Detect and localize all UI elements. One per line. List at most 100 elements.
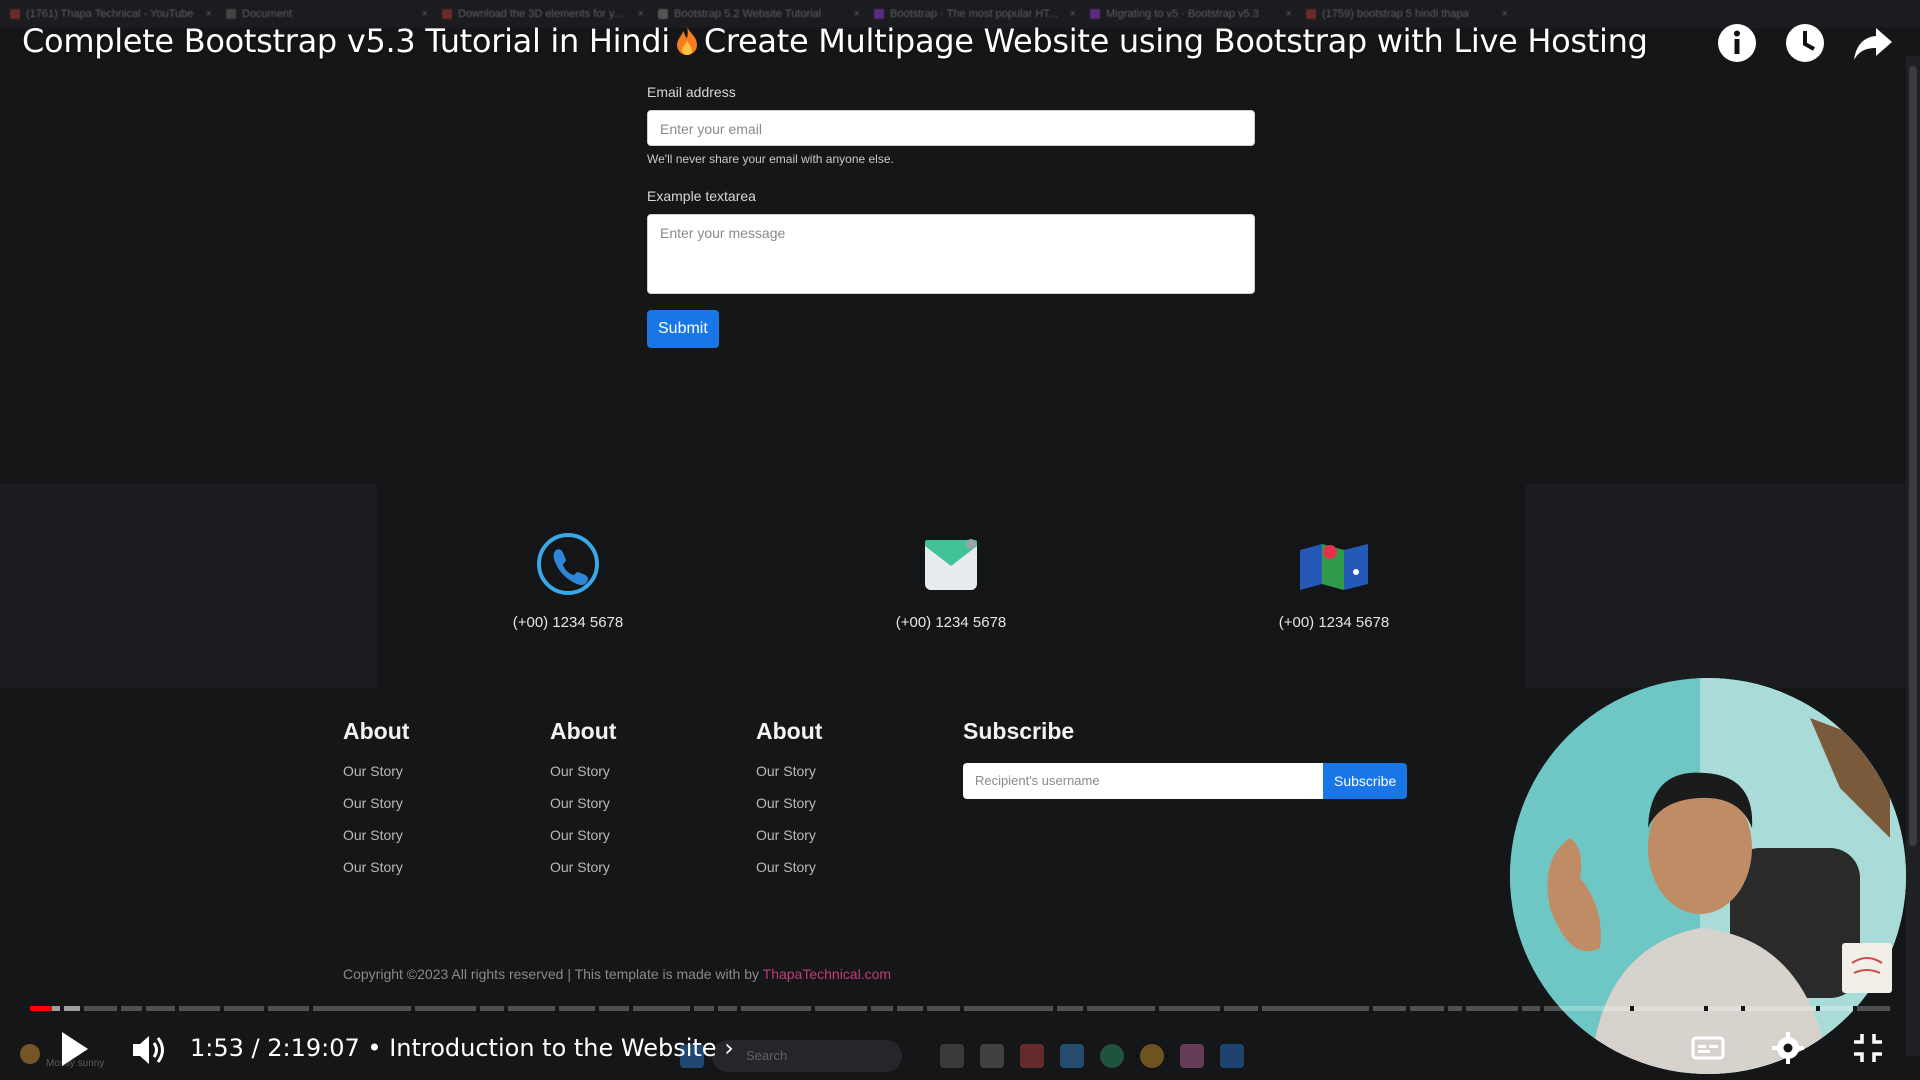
- footer-link[interactable]: Our Story: [550, 827, 616, 843]
- chapter-marker: [1852, 1006, 1857, 1011]
- footer-link[interactable]: Our Story: [343, 763, 409, 779]
- presenter-image: [1510, 678, 1906, 1074]
- chapter-marker: [690, 1006, 695, 1011]
- contact-box: (+00) 1234 5678 (+00) 1234 5678 (+00) 12…: [377, 484, 1525, 688]
- footer-link[interactable]: Our Story: [343, 795, 409, 811]
- browser-tab[interactable]: Bootstrap · The most popular HT... ×: [874, 8, 1084, 20]
- contact-form: Email address Enter your email We'll nev…: [647, 84, 1257, 348]
- settings-gear-icon[interactable]: [1770, 1030, 1806, 1066]
- footer-link[interactable]: Our Story: [550, 859, 616, 875]
- textarea-label: Example textarea: [647, 188, 756, 204]
- chapter-marker: [1540, 1006, 1545, 1011]
- channel-logo-badge: [1842, 943, 1892, 993]
- chapter-marker: [893, 1006, 898, 1011]
- contact-item-mail: (+00) 1234 5678: [851, 532, 1051, 631]
- chapter-marker: [504, 1006, 509, 1011]
- chapter-marker: [595, 1006, 600, 1011]
- footer-link[interactable]: Our Story: [550, 763, 616, 779]
- subscribe-input[interactable]: Recipient's username: [963, 763, 1323, 799]
- browser-tab[interactable]: Bootstrap 5.2 Website Tutorial ×: [658, 8, 868, 20]
- contact-phone-text: (+00) 1234 5678: [512, 614, 624, 631]
- chapter-marker: [1082, 1006, 1087, 1011]
- chapter-marker: [714, 1006, 719, 1011]
- map-icon: [1300, 544, 1368, 590]
- subscribe-input-group: Recipient's username Subscribe: [963, 763, 1408, 799]
- chapter-marker: [309, 1006, 313, 1011]
- subscribe-button[interactable]: Subscribe: [1323, 763, 1408, 799]
- chapter-marker: [411, 1006, 416, 1011]
- chapter-marker: [1462, 1006, 1467, 1011]
- chapter-marker: [736, 1006, 741, 1011]
- video-progress-bar[interactable]: [30, 1006, 1890, 1011]
- footer-link[interactable]: Our Story: [756, 763, 822, 779]
- submit-button[interactable]: Submit: [647, 310, 719, 348]
- browser-tab[interactable]: Document ×: [226, 8, 436, 20]
- email-input[interactable]: Enter your email: [647, 110, 1255, 146]
- browser-tab[interactable]: Download the 3D elements for y... ×: [442, 8, 652, 20]
- footer-link[interactable]: Our Story: [343, 827, 409, 843]
- footer-column-about-1: About Our Story Our Story Our Story Our …: [343, 718, 409, 891]
- chapter-marker: [264, 1006, 269, 1011]
- phone-icon: [537, 533, 599, 595]
- top-right-controls: [1716, 22, 1894, 64]
- chapter-marker: [1406, 1006, 1411, 1011]
- page-scrollbar[interactable]: [1906, 56, 1920, 1056]
- exit-fullscreen-icon[interactable]: [1850, 1030, 1886, 1066]
- chapter-marker: [922, 1006, 927, 1011]
- play-icon[interactable]: [58, 1030, 90, 1068]
- player-controls: 1:53 / 2:19:07 • Introduction to the Web…: [0, 1020, 1920, 1080]
- footer-column-about-3: About Our Story Our Story Our Story Our …: [756, 718, 822, 891]
- chapter-marker: [175, 1006, 180, 1011]
- chapter-marker: [1369, 1006, 1374, 1011]
- scrollbar-thumb[interactable]: [1909, 66, 1917, 846]
- chapter-marker: [867, 1006, 871, 1011]
- browser-tab[interactable]: (1761) Thapa Technical - YouTube ×: [10, 8, 220, 20]
- chapter-marker: [811, 1006, 816, 1011]
- footer-subscribe: Subscribe Recipient's username Subscribe: [963, 718, 1408, 799]
- footer-link[interactable]: Our Story: [756, 827, 822, 843]
- contact-item-map: (+00) 1234 5678: [1234, 532, 1434, 631]
- copyright-text: Copyright ©2023 All rights reserved | Th…: [343, 966, 763, 982]
- chapter-marker: [141, 1006, 146, 1011]
- contact-band: (+00) 1234 5678 (+00) 1234 5678 (+00) 12…: [0, 484, 1905, 688]
- chapter-marker: [117, 1006, 122, 1011]
- mail-icon: [925, 539, 977, 590]
- chapter-marker: [80, 1006, 85, 1011]
- watch-later-icon[interactable]: [1784, 22, 1826, 64]
- chapter-title[interactable]: • Introduction to the Website: [367, 1034, 716, 1062]
- chapter-marker: [219, 1006, 224, 1011]
- time-display: 1:53 / 2:19:07 • Introduction to the Web…: [190, 1034, 734, 1062]
- chapter-marker: [1220, 1006, 1225, 1011]
- webcam-overlay: [1510, 678, 1906, 1074]
- chapter-marker: [960, 1006, 964, 1011]
- chapter-marker: [59, 1006, 64, 1011]
- message-textarea[interactable]: Enter your message: [647, 214, 1255, 294]
- captions-icon[interactable]: [1690, 1030, 1726, 1066]
- contact-mail-text: (+00) 1234 5678: [895, 614, 1007, 631]
- volume-icon[interactable]: [130, 1032, 168, 1068]
- share-icon[interactable]: [1852, 22, 1894, 64]
- chapter-marker: [1155, 1006, 1160, 1011]
- contact-item-phone: (+00) 1234 5678: [468, 532, 668, 631]
- chapter-marker: [1053, 1006, 1057, 1011]
- contact-map-text: (+00) 1234 5678: [1278, 614, 1390, 631]
- footer-link[interactable]: Our Story: [756, 795, 822, 811]
- footer-link[interactable]: Our Story: [756, 859, 822, 875]
- footer-heading: About: [756, 718, 823, 744]
- copyright-link[interactable]: ThapaTechnical.com: [763, 966, 891, 982]
- footer-link[interactable]: Our Story: [550, 795, 616, 811]
- chapter-marker: [1815, 1006, 1820, 1011]
- browser-tab[interactable]: (1759) bootstrap 5 hindi thapa ×: [1306, 8, 1516, 20]
- chapter-marker: [628, 1006, 633, 1011]
- fire-icon: [676, 26, 697, 55]
- chapter-marker: [1257, 1006, 1262, 1011]
- video-title[interactable]: Complete Bootstrap v5.3 Tutorial in Hind…: [22, 22, 1648, 60]
- email-help-text: We'll never share your email with anyone…: [647, 152, 894, 166]
- info-icon[interactable]: [1716, 22, 1758, 64]
- copyright: Copyright ©2023 All rights reserved | Th…: [343, 966, 891, 982]
- browser-tab[interactable]: Migrating to v5 · Bootstrap v5.3 ×: [1090, 8, 1300, 20]
- chapter-marker: [1629, 1006, 1634, 1011]
- footer-link[interactable]: Our Story: [343, 859, 409, 875]
- chapter-chevron-icon[interactable]: ›: [724, 1034, 734, 1062]
- chapter-marker: [1518, 1006, 1522, 1011]
